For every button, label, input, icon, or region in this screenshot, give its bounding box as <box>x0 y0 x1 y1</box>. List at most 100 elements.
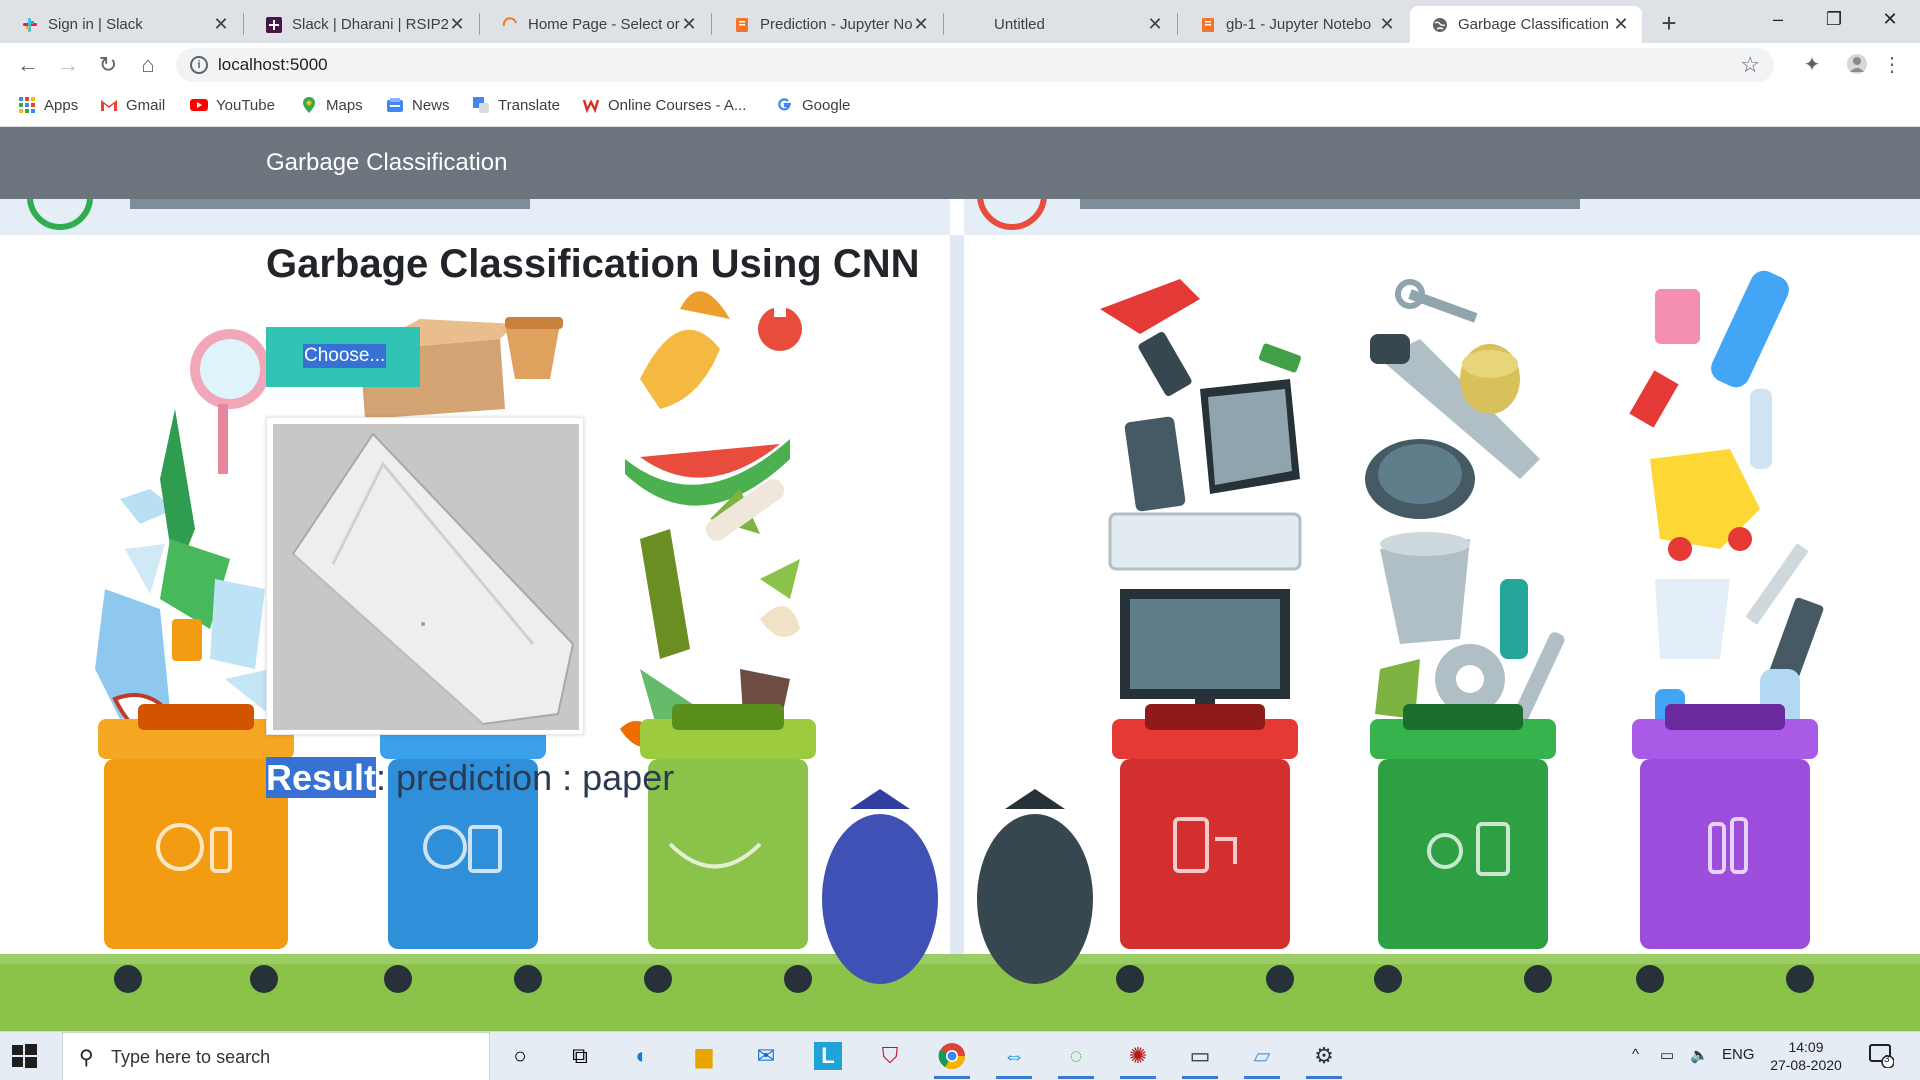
menu-kebab-icon[interactable]: ⋮ <box>1880 53 1904 77</box>
close-icon[interactable]: ✕ <box>448 14 466 35</box>
reload-icon[interactable]: ↻ <box>94 51 122 79</box>
mail-icon[interactable]: ✉ <box>746 1038 786 1074</box>
file-explorer-icon[interactable]: ▆ <box>684 1038 724 1074</box>
settings-gear-icon[interactable]: ⚙ <box>1304 1038 1344 1079</box>
chrome-icon[interactable] <box>932 1038 972 1079</box>
home-icon[interactable]: ⌂ <box>134 51 162 79</box>
result-value: : prediction : paper <box>376 757 675 798</box>
browser-toolbar: ← → ↻ ⌂ i localhost:5000 ☆ ✦ ⋮ <box>0 43 1920 86</box>
edge-icon[interactable]: ◐ <box>622 1038 662 1074</box>
url-text[interactable]: localhost:5000 <box>218 55 328 75</box>
close-icon[interactable]: ✕ <box>1612 14 1630 35</box>
navbar-brand[interactable]: Garbage Classification <box>266 149 507 177</box>
app-red-icon[interactable]: ✺ <box>1118 1038 1158 1079</box>
gmail-icon <box>101 100 117 111</box>
notepad-icon[interactable]: ▱ <box>1242 1038 1282 1079</box>
bookmark-maps[interactable]: Maps <box>300 96 363 114</box>
bookmark-label: Apps <box>44 96 79 114</box>
profile-avatar-icon[interactable] <box>1845 53 1869 77</box>
bookmark-youtube[interactable]: YouTube <box>190 96 275 114</box>
forward-icon[interactable]: → <box>54 51 82 79</box>
task-view-icon[interactable]: ⧉ <box>560 1038 600 1074</box>
restore-icon[interactable]: ❐ <box>1804 4 1864 34</box>
battery-icon[interactable]: ▭ <box>1660 1046 1674 1064</box>
search-placeholder: Type here to search <box>111 1047 271 1067</box>
tab-label: Sign in | Slack <box>48 16 143 33</box>
tab-slack-workspace[interactable]: Slack | Dharani | RSIP20 ✕ <box>244 6 478 43</box>
back-icon[interactable]: ← <box>14 51 42 79</box>
tab-garbage-classification[interactable]: Garbage Classification ✕ <box>1410 6 1642 43</box>
online-courses-icon <box>582 99 600 114</box>
jupyter-spinner-icon <box>502 16 517 26</box>
clock-date: 27-08-2020 <box>1770 1057 1842 1073</box>
close-icon[interactable]: ✕ <box>1378 14 1396 35</box>
language-indicator[interactable]: ENG <box>1722 1046 1755 1063</box>
volume-icon[interactable]: 🔈 <box>1690 1046 1709 1064</box>
close-icon[interactable]: ✕ <box>1146 14 1164 35</box>
windows-taskbar: ⚲ Type here to search ○ ⧉ ◐ ▆ ✉ L ⛉ ⇔ ◌ … <box>0 1031 1920 1080</box>
tab-home-page[interactable]: Home Page - Select or ✕ <box>480 6 710 43</box>
windows-start-icon[interactable] <box>10 1042 38 1070</box>
bookmark-news[interactable]: News <box>386 96 450 114</box>
minimize-icon[interactable]: – <box>1748 4 1808 34</box>
tab-label: Untitled <box>994 16 1045 33</box>
bookmark-google[interactable]: Google <box>776 96 850 114</box>
tab-prediction-notebook[interactable]: Prediction - Jupyter No ✕ <box>712 6 942 43</box>
slack-workspace-icon <box>266 16 282 33</box>
lime-bin-icon <box>640 704 816 993</box>
tab-label: Home Page - Select or <box>528 16 680 33</box>
choose-file-button[interactable]: Choose... <box>266 327 420 387</box>
tab-untitled[interactable]: Untitled ✕ <box>944 6 1176 43</box>
bookmark-translate[interactable]: Translate <box>472 96 560 114</box>
screen: Sign in | Slack ✕ Slack | Dharani | RSIP… <box>0 0 1920 1080</box>
window-close-icon[interactable]: ✕ <box>1860 4 1920 34</box>
maps-icon <box>303 97 315 113</box>
bookmark-apps[interactable]: Apps <box>18 96 78 114</box>
translate-icon <box>473 97 489 113</box>
mcafee-icon[interactable]: ⛉ <box>870 1038 910 1074</box>
prediction-result: Result: prediction : paper <box>266 757 674 799</box>
youtube-icon <box>190 99 208 111</box>
result-label: Result <box>266 757 377 798</box>
notifications-icon[interactable]: 3 <box>1868 1042 1895 1072</box>
slack-icon <box>23 17 37 32</box>
browser-tab-strip: Sign in | Slack ✕ Slack | Dharani | RSIP… <box>0 0 1920 43</box>
address-bar[interactable]: i localhost:5000 ☆ <box>176 48 1774 82</box>
green-bin-icon <box>1370 704 1556 993</box>
bookmark-gmail[interactable]: Gmail <box>100 96 165 114</box>
clock-time: 14:09 <box>1788 1039 1824 1055</box>
tab-gb1-notebook[interactable]: gb-1 - Jupyter Notebo ✕ <box>1178 6 1408 43</box>
image-preview <box>266 417 584 735</box>
sync-app-icon[interactable]: ◌ <box>1056 1038 1096 1079</box>
launcher-l-icon[interactable]: L <box>808 1038 848 1074</box>
tab-label: Prediction - Jupyter No <box>760 16 912 33</box>
site-info-icon[interactable]: i <box>190 56 208 74</box>
search-icon: ⚲ <box>79 1047 94 1069</box>
bookmark-star-icon[interactable]: ☆ <box>1740 52 1760 78</box>
close-icon[interactable]: ✕ <box>912 14 930 35</box>
terminal-icon[interactable]: ▭ <box>1180 1038 1220 1079</box>
new-tab-button[interactable]: + <box>1656 8 1682 39</box>
extensions-icon[interactable]: ✦ <box>1800 53 1824 77</box>
apps-grid-icon <box>19 97 35 113</box>
tab-slack-signin[interactable]: Sign in | Slack ✕ <box>0 6 242 43</box>
bookmark-label: News <box>412 96 450 114</box>
choose-file-label: Choose... <box>303 344 387 368</box>
tray-chevron-icon[interactable]: ^ <box>1632 1046 1639 1063</box>
bookmark-online-courses[interactable]: Online Courses - A... <box>582 96 746 114</box>
bookmark-label: Maps <box>326 96 363 114</box>
taskbar-search[interactable]: ⚲ Type here to search <box>62 1032 490 1080</box>
google-icon <box>778 98 791 111</box>
bookmarks-bar: Apps Gmail YouTube Maps News Translate O… <box>0 86 1920 127</box>
cortana-icon[interactable]: ○ <box>500 1038 540 1074</box>
close-icon[interactable]: ✕ <box>212 14 230 35</box>
globe-icon <box>1433 17 1447 32</box>
bookmark-label: Translate <box>498 96 560 114</box>
bookmark-label: Online Courses - A... <box>608 96 747 114</box>
bookmark-label: Google <box>802 96 851 114</box>
close-icon[interactable]: ✕ <box>680 14 698 35</box>
clock[interactable]: 14:09 27-08-2020 <box>1768 1038 1844 1074</box>
notification-count: 3 <box>1884 1054 1890 1065</box>
tab-label: Garbage Classification <box>1458 16 1609 33</box>
teamviewer-icon[interactable]: ⇔ <box>994 1038 1034 1079</box>
